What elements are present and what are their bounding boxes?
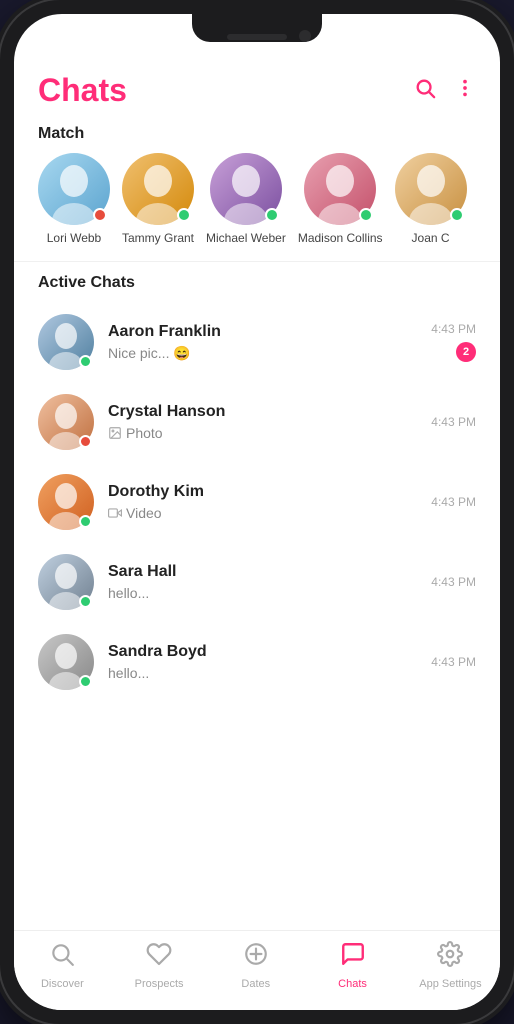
chat-preview-sara: hello... [108,585,417,601]
chat-time-dorothy: 4:43 PM [431,495,476,509]
online-dot-tammy [177,208,191,222]
phone-frame: Chats [0,0,514,1024]
match-name-lori: Lori Webb [47,231,101,245]
photo-icon [108,426,122,440]
chat-online-dot-crystal [79,435,92,448]
match-name-joan: Joan C [412,231,450,245]
chat-preview-sandra: hello... [108,665,417,681]
chat-meta-sara: 4:43 PM [431,575,476,589]
unread-badge-aaron: 2 [456,342,476,362]
chat-item-sandra[interactable]: Sandra Boyd hello... 4:43 PM [14,622,500,702]
nav-label-discover: Discover [41,978,84,990]
chat-online-dot-dorothy [79,515,92,528]
nav-item-prospects[interactable]: Prospects [129,941,189,990]
chat-info-dorothy: Dorothy Kim Video [108,483,417,521]
chat-online-dot-aaron [79,355,92,368]
chat-online-dot-sandra [79,675,92,688]
chat-item-crystal[interactable]: Crystal Hanson Photo 4:43 PM [14,382,500,462]
online-dot-joan [450,208,464,222]
header: Chats [14,56,500,117]
nav-item-chats[interactable]: Chats [323,941,383,990]
chat-preview-crystal: Photo [108,425,417,441]
phone-screen: Chats [14,14,500,1010]
chats-section[interactable]: Aaron Franklin Nice pic... 😄 4:43 PM 2 [14,302,500,930]
more-icon[interactable] [454,77,476,105]
chat-preview-dorothy: Video [108,505,417,521]
search-icon[interactable] [414,77,436,105]
online-dot-lori [93,208,107,222]
chats-icon [340,941,366,974]
chat-info-sara: Sara Hall hello... [108,563,417,601]
nav-label-dates: Dates [241,978,270,990]
nav-label-prospects: Prospects [135,978,184,990]
chat-online-dot-sara [79,595,92,608]
match-item-tammy[interactable]: Tammy Grant [122,153,194,245]
chat-time-sara: 4:43 PM [431,575,476,589]
chat-time-sandra: 4:43 PM [431,655,476,669]
chat-time-crystal: 4:43 PM [431,415,476,429]
match-item-michael[interactable]: Michael Weber [206,153,286,245]
discover-icon [49,941,75,974]
match-name-michael: Michael Weber [206,231,286,245]
notch [192,14,322,42]
chat-info-sandra: Sandra Boyd hello... [108,643,417,681]
settings-icon [437,941,463,974]
chat-name-aaron: Aaron Franklin [108,323,417,341]
match-section-label: Match [14,117,500,153]
nav-label-chats: Chats [338,978,367,990]
chat-info-crystal: Crystal Hanson Photo [108,403,417,441]
chat-time-aaron: 4:43 PM [431,322,476,336]
match-item-madison[interactable]: Madison Collins [298,153,383,245]
app-content: Chats [14,56,500,1010]
online-dot-madison [359,208,373,222]
match-item-lori[interactable]: Lori Webb [38,153,110,245]
divider [14,261,500,262]
match-name-tammy: Tammy Grant [122,231,194,245]
chat-meta-sandra: 4:43 PM [431,655,476,669]
chat-item-sara[interactable]: Sara Hall hello... 4:43 PM [14,542,500,622]
prospects-icon [146,941,172,974]
online-dot-michael [265,208,279,222]
nav-item-discover[interactable]: Discover [32,941,92,990]
header-icons [414,77,476,105]
chat-info-aaron: Aaron Franklin Nice pic... 😄 [108,323,417,362]
camera [299,30,311,42]
chat-preview-aaron: Nice pic... 😄 [108,345,417,362]
nav-label-settings: App Settings [419,978,481,990]
chat-item-dorothy[interactable]: Dorothy Kim Video 4:43 PM [14,462,500,542]
chat-name-sara: Sara Hall [108,563,417,581]
chat-name-dorothy: Dorothy Kim [108,483,417,501]
chat-meta-crystal: 4:43 PM [431,415,476,429]
dates-icon [243,941,269,974]
chat-name-crystal: Crystal Hanson [108,403,417,421]
chat-meta-aaron: 4:43 PM 2 [431,322,476,362]
chat-meta-dorothy: 4:43 PM [431,495,476,509]
page-title: Chats [38,72,127,109]
match-item-joan[interactable]: Joan C [395,153,467,245]
nav-item-settings[interactable]: App Settings [419,941,481,990]
match-section: Match Lori Webb [14,117,500,261]
active-chats-label: Active Chats [14,266,500,302]
nav-item-dates[interactable]: Dates [226,941,286,990]
speaker [227,34,287,40]
video-icon [108,506,122,520]
match-name-madison: Madison Collins [298,231,383,245]
chat-name-sandra: Sandra Boyd [108,643,417,661]
matches-scroll[interactable]: Lori Webb Tammy Grant [14,153,500,261]
bottom-nav: Discover Prospects [14,930,500,1010]
chat-item-aaron[interactable]: Aaron Franklin Nice pic... 😄 4:43 PM 2 [14,302,500,382]
